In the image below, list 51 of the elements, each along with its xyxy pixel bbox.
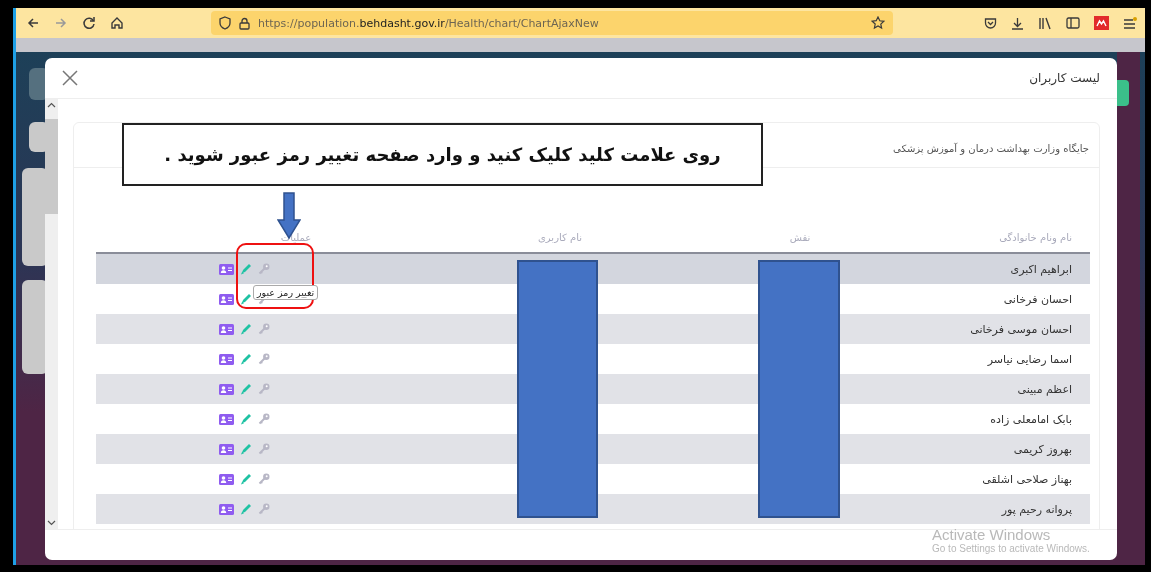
reload-icon[interactable] (82, 16, 96, 30)
id-card-icon[interactable] (218, 473, 234, 485)
instruction-callout: روی علامت کلید کلیک کنید و وارد صفحه تغییر رمز عبور شوید . (122, 123, 763, 186)
user-name: ابراهیم اکبری (1009, 262, 1073, 276)
user-name: بهروز کریمی (1012, 442, 1073, 456)
activation-subtitle: Go to Settings to activate Windows. (932, 543, 1090, 554)
url-text: https://population.behdasht.gov.ir/Health/chart/ChartAjaxNew (258, 16, 600, 30)
star-icon[interactable] (871, 16, 885, 30)
home-icon[interactable] (110, 16, 124, 30)
back-icon[interactable] (26, 16, 40, 30)
scrollbar-thumb[interactable] (45, 119, 58, 215)
column-header: نام کاربری (537, 232, 583, 244)
extension-icon[interactable] (1094, 16, 1109, 30)
id-card-icon[interactable] (218, 503, 234, 515)
sidebar-icon[interactable] (1066, 17, 1080, 29)
pocket-icon[interactable] (984, 16, 997, 30)
id-card-icon[interactable] (218, 413, 234, 425)
card-title: جایگاه وزارت بهداشت درمان و آموزش پزشکی (893, 143, 1089, 155)
id-card-icon[interactable] (218, 383, 234, 395)
user-name: بهناز صلاحی اشلقی (981, 472, 1073, 486)
user-name: احسان موسی فرخانی (969, 322, 1073, 336)
user-name: پروانه رحیم پور (1000, 502, 1073, 516)
menu-icon[interactable] (1123, 16, 1137, 30)
address-bar[interactable]: https://population.behdasht.gov.ir/Health/chart/ChartAjaxNew (211, 11, 893, 35)
id-card-icon[interactable] (218, 293, 234, 305)
scroll-up-icon[interactable] (47, 102, 56, 109)
id-card-icon[interactable] (218, 443, 234, 455)
forward-icon[interactable] (54, 16, 68, 30)
activation-title: Activate Windows (932, 526, 1052, 543)
column-header: نقش (788, 232, 812, 244)
pencil-icon[interactable] (239, 413, 252, 426)
user-name: اعظم مبینی (1016, 382, 1073, 396)
id-card-icon[interactable] (218, 263, 234, 275)
user-name: اسما رضایی نیاسر (986, 352, 1073, 366)
pencil-icon[interactable] (239, 473, 252, 486)
user-name: احسان فرخانی (1002, 292, 1073, 306)
column-header: عملیات (279, 232, 313, 244)
user-name: بابک امامعلی زاده (989, 412, 1073, 426)
pencil-icon[interactable] (239, 353, 252, 366)
pencil-icon[interactable] (239, 293, 252, 306)
close-icon[interactable] (62, 70, 78, 87)
shield-icon (219, 16, 231, 30)
download-icon[interactable] (1011, 16, 1024, 30)
library-icon[interactable] (1038, 16, 1052, 30)
id-card-icon[interactable] (218, 323, 234, 335)
scroll-down-icon[interactable] (47, 520, 56, 527)
lock-icon (239, 16, 250, 30)
id-card-icon[interactable] (218, 353, 234, 365)
tooltip: تغییر رمز عبور (253, 285, 319, 300)
column-header: نام ونام خانوادگی (998, 232, 1073, 244)
modal-title: لیست کاربران (1029, 71, 1100, 86)
